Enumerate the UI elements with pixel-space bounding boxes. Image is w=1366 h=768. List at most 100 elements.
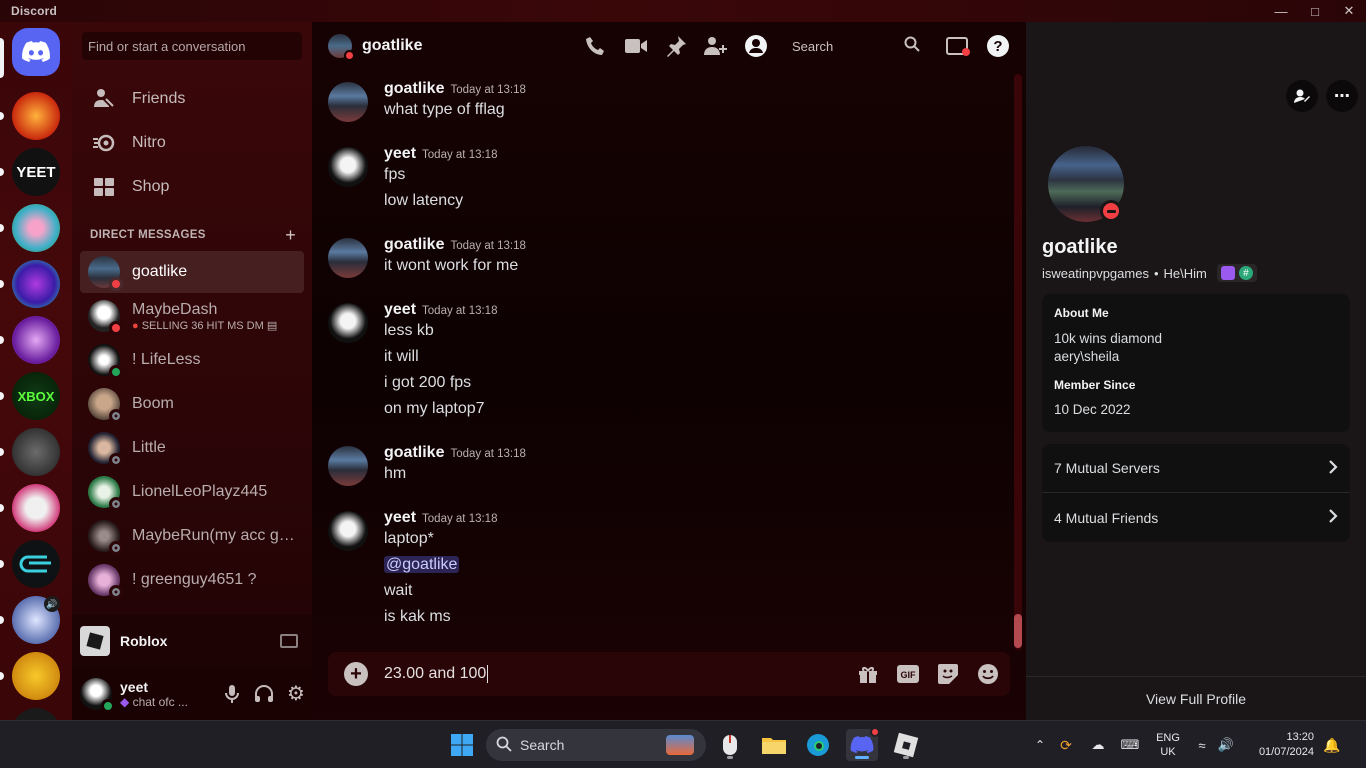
discord-taskbar-icon[interactable] <box>846 727 880 761</box>
dm-item-boom[interactable]: Boom <box>80 383 304 425</box>
message-author[interactable]: goatlike <box>384 236 444 253</box>
message-author[interactable]: goatlike <box>384 80 444 97</box>
create-dm-plus-icon[interactable]: + <box>285 226 296 244</box>
server-icon[interactable] <box>12 652 60 700</box>
file-explorer-icon[interactable] <box>758 729 790 761</box>
activity-icon: ▤ <box>266 319 278 332</box>
mutual-servers-row[interactable]: 7 Mutual Servers <box>1042 444 1350 493</box>
about-card: About Me 10k wins diamond aery\sheila Me… <box>1042 294 1350 432</box>
microphone-icon[interactable] <box>216 678 248 710</box>
message-author[interactable]: yeet <box>384 509 416 526</box>
running-indicator <box>903 756 909 759</box>
mouse-app-icon[interactable] <box>714 729 746 761</box>
mutual-friends-row[interactable]: 4 Mutual Friends <box>1042 493 1350 542</box>
message-avatar[interactable] <box>328 238 368 278</box>
wifi-icon[interactable]: ≈ <box>1190 738 1214 753</box>
video-call-icon[interactable] <box>624 34 648 58</box>
server-icon[interactable]: YEET <box>12 148 60 196</box>
server-icon[interactable] <box>12 92 60 140</box>
message-avatar[interactable] <box>328 303 368 343</box>
about-me-line: aery\sheila <box>1054 349 1120 364</box>
gif-icon[interactable]: GIF <box>896 662 920 686</box>
add-note-icon[interactable] <box>1286 80 1318 112</box>
inbox-icon[interactable] <box>946 34 970 58</box>
hashtag-badge-icon[interactable]: # <box>1238 266 1253 280</box>
volume-icon[interactable]: 🔊 <box>1214 737 1238 753</box>
language-indicator[interactable]: ENG UK <box>1146 731 1190 759</box>
server-icon[interactable] <box>12 204 60 252</box>
minimize-icon[interactable]: — <box>1264 0 1298 22</box>
voice-call-icon[interactable] <box>584 34 608 58</box>
taskbar-search-box[interactable]: Search <box>486 729 706 761</box>
attach-plus-icon[interactable]: + <box>344 662 368 686</box>
dm-name: ! LifeLess <box>132 351 201 368</box>
message-avatar[interactable] <box>328 511 368 551</box>
roblox-taskbar-icon[interactable] <box>890 729 922 761</box>
message-avatar[interactable] <box>328 446 368 486</box>
cloud-icon[interactable]: ☁ <box>1082 737 1114 753</box>
message-text: it will <box>384 348 419 365</box>
server-icon[interactable] <box>12 316 60 364</box>
view-full-profile-button[interactable]: View Full Profile <box>1026 676 1366 720</box>
add-friends-to-dm-icon[interactable] <box>704 34 728 58</box>
edge-browser-icon[interactable] <box>802 729 834 761</box>
headphones-icon[interactable] <box>248 678 280 710</box>
clock[interactable]: 13:20 01/07/2024 <box>1238 730 1314 760</box>
chat-scrollbar-thumb[interactable] <box>1014 614 1022 648</box>
dm-item-lionel[interactable]: LionelLeoPlayz445 <box>80 471 304 513</box>
dm-item-greenguy[interactable]: ! greenguy4651 ? <box>80 559 304 601</box>
message-text: it wont work for me <box>384 257 519 274</box>
dm-item-goatlike[interactable]: goatlike <box>80 251 304 293</box>
avatar <box>88 564 123 599</box>
close-icon[interactable]: ✕ <box>1332 0 1366 22</box>
more-options-icon[interactable]: ⋯ <box>1326 80 1358 112</box>
update-icon[interactable]: ⟳ <box>1050 737 1082 754</box>
nav-nitro[interactable]: Nitro <box>80 122 304 164</box>
pinned-messages-icon[interactable] <box>664 34 688 58</box>
custom-status-emoji-icon: ● <box>132 319 139 332</box>
server-icon[interactable] <box>12 260 60 308</box>
notification-bell-icon[interactable]: 🔔 <box>1314 737 1350 754</box>
server-icon[interactable]: XBOX <box>12 372 60 420</box>
settings-gear-icon[interactable]: ⚙ <box>280 678 312 710</box>
server-icon[interactable] <box>12 708 60 720</box>
message-author[interactable]: yeet <box>384 301 416 318</box>
sticker-icon[interactable] <box>936 662 960 686</box>
user-mention[interactable]: @goatlike <box>384 556 460 573</box>
user-profile-icon[interactable] <box>744 34 768 58</box>
home-button[interactable] <box>12 28 60 76</box>
message-author[interactable]: goatlike <box>384 444 444 461</box>
user-avatar[interactable] <box>80 677 115 713</box>
gift-icon[interactable] <box>856 662 880 686</box>
screen-share-icon[interactable] <box>280 634 298 648</box>
search-input[interactable]: Search <box>784 32 928 60</box>
server-icon[interactable] <box>12 540 60 588</box>
server-icon[interactable] <box>12 484 60 532</box>
dm-item-lifeless[interactable]: ! LifeLess <box>80 339 304 381</box>
dm-item-little[interactable]: Little <box>80 427 304 469</box>
message-author[interactable]: yeet <box>384 145 416 162</box>
message-avatar[interactable] <box>328 147 368 187</box>
help-icon[interactable]: ? <box>986 34 1010 58</box>
roblox-icon <box>80 626 110 656</box>
composer-input[interactable]: 23.00 and 100 <box>384 664 489 683</box>
message-avatar[interactable] <box>328 82 368 122</box>
nav-friends[interactable]: Friends <box>80 78 304 120</box>
search-icon <box>904 36 920 57</box>
nav-shop[interactable]: Shop <box>80 166 304 208</box>
profile-display-name: goatlike <box>1042 236 1118 258</box>
server-icon[interactable] <box>12 428 60 476</box>
dnd-status-icon <box>344 50 355 61</box>
dm-item-maybedash[interactable]: MaybeDash ● SELLING 36 HIT MS DM ▤ <box>80 295 304 337</box>
dm-item-mayberun[interactable]: MaybeRun(my acc got... <box>80 515 304 557</box>
nitro-badge-icon[interactable] <box>1220 266 1235 280</box>
maximize-icon[interactable]: □ <box>1298 0 1332 22</box>
message-text: hm <box>384 465 407 482</box>
message-composer[interactable]: + 23.00 and 100 GIF <box>328 652 1010 696</box>
chat-scrollbar[interactable] <box>1014 74 1022 650</box>
windows-start-icon[interactable] <box>446 729 478 761</box>
emoji-icon[interactable] <box>976 662 1000 686</box>
chevron-up-icon[interactable]: ⌃ <box>1030 738 1050 752</box>
keyboard-icon[interactable]: ⌨ <box>1114 737 1146 753</box>
find-conversation-input[interactable]: Find or start a conversation <box>82 32 302 60</box>
